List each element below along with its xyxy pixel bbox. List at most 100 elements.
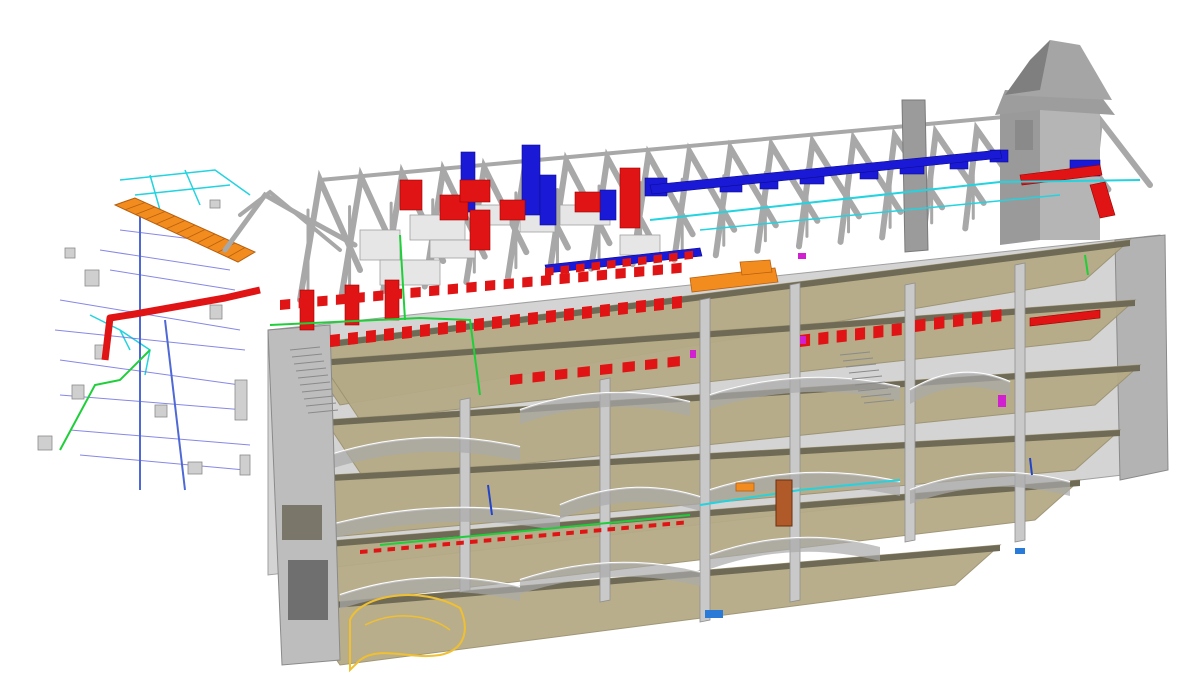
ground-duct-run <box>607 526 616 532</box>
partition-wall <box>459 397 471 593</box>
level-2-duct-run <box>667 356 680 368</box>
attic-blue-dash <box>684 250 694 260</box>
level-2-duct-run-right <box>915 318 926 332</box>
supply-duct-segment <box>469 209 491 251</box>
gable-truss-brace <box>238 189 342 252</box>
attic-duct-run <box>456 319 466 333</box>
hot-water-line <box>59 349 151 451</box>
ground-duct-run <box>676 520 684 526</box>
level-2-duct-run-right <box>934 316 945 330</box>
ground-duct-run <box>387 546 396 552</box>
level-2-duct-run <box>510 373 523 385</box>
supply-duct-segment <box>619 167 641 229</box>
level-2-duct-run-mid <box>891 322 902 337</box>
door <box>775 479 793 527</box>
level-2-duct-run <box>622 361 635 373</box>
ground-duct-run <box>428 543 437 548</box>
attic-duct-run-upper <box>429 285 440 297</box>
attic-duct-run <box>348 331 358 345</box>
attic-duct-run-upper <box>391 288 403 300</box>
ground-duct-run <box>497 536 506 542</box>
masonry-patch-lower <box>288 560 328 620</box>
attic-duct-run-upper <box>615 267 626 279</box>
supply-duct-segment <box>574 191 601 213</box>
level-2-duct-run-right <box>972 311 983 325</box>
ground-duct-run <box>635 524 643 529</box>
attic-duct-run <box>564 307 574 321</box>
ground-duct-run <box>662 521 671 527</box>
attic-duct-run-upper <box>317 295 328 307</box>
partition-wall <box>699 297 711 623</box>
ground-duct-run <box>580 529 588 534</box>
ground-duct-run <box>442 541 451 547</box>
level-2-duct-run <box>600 363 613 375</box>
level-2-duct-run <box>555 368 568 380</box>
spire-tower <box>995 40 1115 245</box>
attic-unit <box>619 234 661 256</box>
ground-duct-run <box>525 534 533 539</box>
attic-duct-run <box>474 317 484 331</box>
attic-duct-run-upper <box>559 273 570 285</box>
attic-duct-run <box>366 329 376 343</box>
ground-duct-run <box>621 525 629 531</box>
gable-truss <box>222 191 358 253</box>
attic-duct-run-upper <box>485 280 496 291</box>
ground-duct-run <box>566 530 574 536</box>
ground-duct-run <box>552 531 561 537</box>
level-2-duct-run-mid <box>873 325 884 339</box>
attic-blue-dash <box>591 261 601 271</box>
attic-duct-run <box>618 301 628 315</box>
level-2-duct-run-mid <box>855 327 866 341</box>
ground-duct-run <box>511 535 519 541</box>
attic-duct-run <box>330 333 340 347</box>
attic-duct-run-upper <box>522 276 533 288</box>
exterior-utility-network <box>37 169 261 491</box>
ground-duct-run <box>456 540 464 546</box>
building-section-model[interactable] <box>0 0 1200 675</box>
ground-duct-run <box>593 528 602 533</box>
return-duct-segment <box>599 189 617 221</box>
attic-duct-run <box>420 323 430 337</box>
attic-duct-run <box>582 305 592 319</box>
ground-duct-run <box>415 544 423 549</box>
attic-duct-run-upper <box>503 278 514 290</box>
attic-duct-run-upper <box>578 271 589 283</box>
attic-duct-run <box>654 297 664 311</box>
supply-duct-segment <box>459 179 491 203</box>
attic-blue-dash <box>560 265 570 275</box>
attic-duct-run <box>600 303 610 317</box>
attic-duct-run <box>510 313 520 327</box>
level-2-duct-run-mid <box>818 331 829 345</box>
bim-model-viewport[interactable] <box>0 0 1200 675</box>
partition-wall <box>1014 262 1026 543</box>
attic-blue-dash <box>607 259 616 269</box>
supply-duct-segment <box>344 284 360 326</box>
attic-unit <box>429 239 476 259</box>
attic-duct-run-upper <box>652 264 663 276</box>
attic-duct-run <box>384 327 394 341</box>
attic-blue-dash <box>653 254 663 264</box>
level-2-duct-run-right <box>953 313 964 328</box>
attic-duct-run-upper <box>540 274 552 286</box>
supply-duct-segment <box>384 279 400 321</box>
attic-duct-run-upper <box>671 262 682 274</box>
level-2-duct-run-right <box>991 309 1002 323</box>
attic-unit <box>359 229 401 261</box>
cold-water-network <box>89 169 251 376</box>
attic-duct-run-upper <box>298 297 309 309</box>
stair-ramp <box>113 197 257 263</box>
attic-blue-dash <box>622 258 632 267</box>
return-duct-segment <box>539 174 557 226</box>
attic-duct-run <box>402 325 412 339</box>
partition-wall <box>789 282 801 603</box>
attic-duct-run-upper <box>466 281 477 293</box>
ground-duct-run <box>401 545 409 551</box>
attic-duct-run <box>546 309 556 323</box>
attic-duct-run-upper <box>634 266 645 278</box>
masonry-patch-upper <box>282 505 322 540</box>
chimney <box>901 99 929 253</box>
ground-duct-run <box>483 538 492 543</box>
ground-duct-run <box>538 533 547 538</box>
attic-duct-run <box>528 311 538 325</box>
attic-duct-run-upper <box>410 286 421 298</box>
